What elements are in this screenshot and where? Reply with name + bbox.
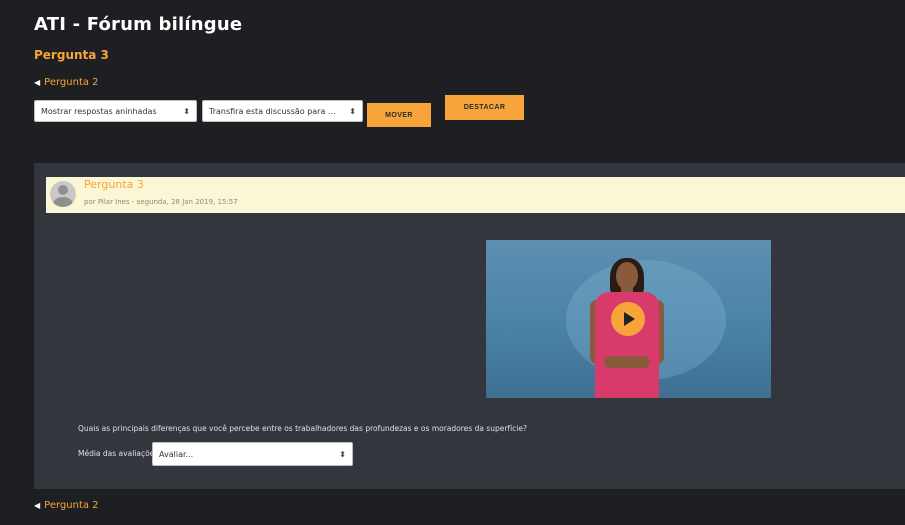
presenter-hands [604, 356, 650, 368]
triangle-left-icon: ◀ [34, 501, 41, 510]
move-discussion-value: Transfira esta discussão para ... [209, 106, 336, 116]
move-discussion-select[interactable]: Transfira esta discussão para ... ⬍ [202, 100, 363, 122]
prev-discussion-label: Pergunta 2 [44, 77, 99, 88]
prev-discussion-link-bottom[interactable]: ◀ Pergunta 2 [34, 500, 99, 511]
video-player[interactable] [486, 240, 771, 398]
select-arrows-icon: ⬍ [183, 106, 190, 116]
play-button[interactable] [611, 302, 645, 336]
display-mode-value: Mostrar respostas aninhadas [41, 106, 157, 116]
pin-button[interactable]: DESTACAR [445, 95, 524, 120]
play-icon [624, 312, 635, 326]
rating-select[interactable]: Avaliar... ⬍ [152, 442, 353, 466]
move-button[interactable]: MOVER [367, 103, 431, 127]
post-question: Quais as principais diferenças que você … [78, 424, 527, 433]
post-byline: por Pilar Ines - segunda, 28 Jan 2019, 1… [84, 198, 238, 206]
avatar-shoulders [53, 197, 73, 207]
prev-discussion-link[interactable]: ◀ Pergunta 2 [34, 77, 99, 88]
avatar-head [58, 185, 68, 195]
select-arrows-icon: ⬍ [339, 449, 346, 459]
post-container: Pergunta 3 por Pilar Ines - segunda, 28 … [34, 163, 905, 489]
discussion-title: Pergunta 3 [34, 48, 109, 62]
select-arrows-icon: ⬍ [349, 106, 356, 116]
display-mode-select[interactable]: Mostrar respostas aninhadas ⬍ [34, 100, 197, 122]
triangle-left-icon: ◀ [34, 78, 41, 87]
post-subject[interactable]: Pergunta 3 [84, 178, 144, 191]
forum-title: ATI - Fórum bilíngue [34, 14, 243, 35]
rating-value: Avaliar... [159, 449, 194, 459]
avatar[interactable] [50, 181, 76, 207]
prev-discussion-label: Pergunta 2 [44, 500, 99, 511]
post-header: Pergunta 3 por Pilar Ines - segunda, 28 … [46, 177, 905, 213]
